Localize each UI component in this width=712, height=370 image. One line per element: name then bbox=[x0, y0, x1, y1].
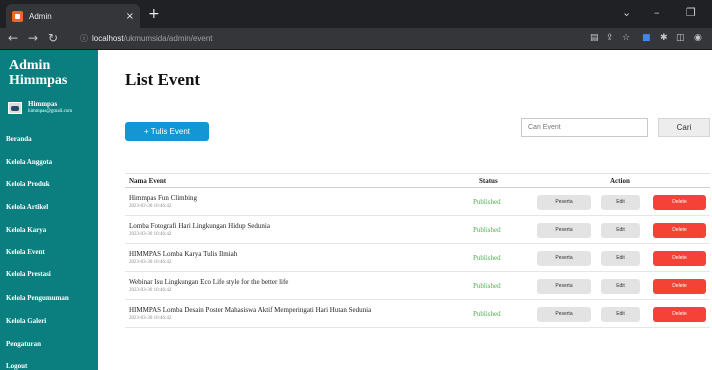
sidebar-item-logout[interactable]: Logout bbox=[6, 362, 27, 370]
sidebar-item-kelola-pengumuman[interactable]: Kelola Pengumuman bbox=[6, 294, 69, 302]
profile-block: Himmpas himmpas@gmail.com bbox=[8, 100, 72, 114]
event-date: 2023-03-30 10:46:42 bbox=[129, 232, 172, 237]
event-name: HIMMPAS Lomba Desain Poster Mahasiswa Ak… bbox=[129, 306, 372, 314]
delete-button[interactable]: Delete bbox=[653, 307, 706, 322]
bookmark-star-icon[interactable]: ☆ bbox=[622, 33, 630, 43]
sidebar: Admin Himmpas Himmpas himmpas@gmail.com … bbox=[0, 50, 98, 370]
edit-button[interactable]: Edit bbox=[601, 307, 640, 322]
minimize-icon[interactable]: – bbox=[654, 6, 660, 19]
peserta-button[interactable]: Peserta bbox=[537, 223, 591, 238]
edit-button[interactable]: Edit bbox=[601, 195, 640, 210]
edit-button[interactable]: Edit bbox=[601, 223, 640, 238]
table-row: Himmpas Fun Climbing 2023-03-30 10:46:42… bbox=[125, 188, 710, 216]
table-header: Nama Event Status Action bbox=[125, 173, 710, 188]
profile-email: himmpas@gmail.com bbox=[28, 109, 73, 114]
event-table: Nama Event Status Action Himmpas Fun Cli… bbox=[125, 173, 710, 328]
browser-address-bar: ← → ↻ ⓘ localhost/ukmumsida/admin/event ▤… bbox=[0, 28, 712, 50]
delete-button[interactable]: Delete bbox=[653, 223, 706, 238]
delete-button[interactable]: Delete bbox=[653, 251, 706, 266]
reload-icon[interactable]: ↻ bbox=[48, 31, 58, 45]
page-title: List Event bbox=[125, 70, 201, 89]
sidebar-item-kelola-event[interactable]: Kelola Event bbox=[6, 248, 45, 256]
edit-button[interactable]: Edit bbox=[601, 279, 640, 294]
maximize-icon[interactable]: ❐ bbox=[686, 6, 696, 19]
tab-close-icon[interactable]: × bbox=[126, 11, 134, 22]
browser-tab-bar: Admin × + ⌄ – ❐ bbox=[0, 0, 712, 28]
peserta-button[interactable]: Peserta bbox=[537, 251, 591, 266]
event-date: 2023-03-30 10:46:42 bbox=[129, 260, 172, 265]
favicon-icon bbox=[12, 10, 23, 22]
event-name: HIMMPAS Lomba Karya Tulis Ilmiah bbox=[129, 250, 238, 258]
sidebar-title: Admin Himmpas bbox=[9, 58, 68, 88]
edit-button[interactable]: Edit bbox=[601, 251, 640, 266]
search-input[interactable] bbox=[521, 118, 648, 137]
forward-icon[interactable]: → bbox=[28, 31, 38, 45]
sidebar-item-kelola-produk[interactable]: Kelola Produk bbox=[6, 180, 50, 188]
header-name: Nama Event bbox=[129, 177, 167, 185]
status-badge: Published bbox=[473, 282, 501, 290]
tab-search-icon[interactable]: ⌄ bbox=[622, 6, 631, 19]
sidebar-item-kelola-karya[interactable]: Kelola Karya bbox=[6, 226, 46, 234]
translate-icon[interactable]: ▤ bbox=[590, 33, 599, 43]
extension-icon[interactable]: ■ bbox=[642, 33, 651, 43]
peserta-button[interactable]: Peserta bbox=[537, 279, 591, 294]
event-name: Lomba Fotografi Hari Lingkungan Hidup Se… bbox=[129, 222, 270, 230]
sidebar-item-kelola-artikel[interactable]: Kelola Artikel bbox=[6, 203, 48, 211]
table-row: Webinar Isu Lingkungan Eco Life style fo… bbox=[125, 272, 710, 300]
status-badge: Published bbox=[473, 226, 501, 234]
search-button[interactable]: Cari bbox=[658, 118, 710, 137]
sidebar-item-pengaturan[interactable]: Pengaturan bbox=[6, 340, 41, 348]
status-badge: Published bbox=[473, 310, 501, 318]
table-row: HIMMPAS Lomba Karya Tulis Ilmiah 2023-03… bbox=[125, 244, 710, 272]
sidebar-item-kelola-prestasi[interactable]: Kelola Prestasi bbox=[6, 270, 51, 278]
profile-icon[interactable]: ◉ bbox=[694, 33, 702, 43]
table-row: HIMMPAS Lomba Desain Poster Mahasiswa Ak… bbox=[125, 300, 710, 328]
event-name: Webinar Isu Lingkungan Eco Life style fo… bbox=[129, 278, 289, 286]
url-field[interactable]: ⓘ localhost/ukmumsida/admin/event bbox=[80, 33, 213, 44]
event-date: 2023-03-30 10:46:42 bbox=[129, 288, 172, 293]
delete-button[interactable]: Delete bbox=[653, 279, 706, 294]
sidebar-item-beranda[interactable]: Beranda bbox=[6, 135, 32, 143]
event-date: 2023-03-30 10:46:42 bbox=[129, 316, 172, 321]
peserta-button[interactable]: Peserta bbox=[537, 307, 591, 322]
browser-tab[interactable]: Admin × bbox=[6, 4, 140, 28]
event-date: 2023-03-30 10:46:42 bbox=[129, 204, 172, 209]
delete-button[interactable]: Delete bbox=[653, 195, 706, 210]
url-path: /ukmumsida/admin/event bbox=[123, 34, 213, 43]
event-name: Himmpas Fun Climbing bbox=[129, 194, 198, 202]
back-icon[interactable]: ← bbox=[8, 31, 18, 45]
tab-title: Admin bbox=[29, 11, 52, 21]
table-row: Lomba Fotografi Hari Lingkungan Hidup Se… bbox=[125, 216, 710, 244]
side-panel-icon[interactable]: ◫ bbox=[676, 33, 685, 43]
status-badge: Published bbox=[473, 198, 501, 206]
profile-name: Himmpas bbox=[28, 100, 58, 108]
share-icon[interactable]: ⇪ bbox=[606, 33, 614, 43]
extensions-puzzle-icon[interactable]: ✱ bbox=[660, 33, 668, 43]
write-event-button[interactable]: + Tulis Event bbox=[125, 122, 209, 141]
sidebar-item-kelola-anggota[interactable]: Kelola Anggota bbox=[6, 158, 52, 166]
url-host: localhost bbox=[92, 34, 124, 43]
status-badge: Published bbox=[473, 254, 501, 262]
header-status: Status bbox=[479, 177, 498, 185]
new-tab-icon[interactable]: + bbox=[148, 6, 160, 22]
site-info-icon[interactable]: ⓘ bbox=[80, 34, 88, 43]
avatar bbox=[8, 102, 22, 114]
header-action: Action bbox=[610, 177, 630, 185]
peserta-button[interactable]: Peserta bbox=[537, 195, 591, 210]
sidebar-item-kelola-galeri[interactable]: Kelola Galeri bbox=[6, 317, 46, 325]
